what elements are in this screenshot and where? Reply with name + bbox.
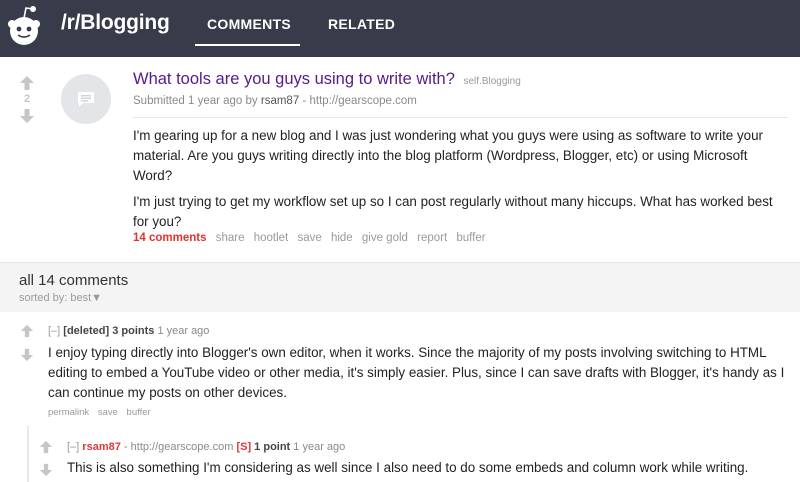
comments-count-link[interactable]: 14 comments (133, 232, 207, 244)
subreddit-name[interactable]: /r/Blogging (61, 11, 170, 35)
hootlet-button[interactable]: hootlet (254, 232, 289, 244)
post-domain[interactable]: self.Blogging (464, 76, 521, 87)
tagline-separator: - (302, 95, 307, 107)
reply-separator: - (123, 441, 128, 453)
report-button[interactable]: report (417, 232, 447, 244)
reply-author-site-link[interactable]: http://gearscope.com (131, 441, 234, 453)
post-author-link[interactable]: rsam87 (261, 95, 299, 107)
post-paragraph: I'm just trying to get my workflow set u… (133, 194, 773, 229)
post-selftext: I'm gearing up for a new blog and I was … (133, 117, 788, 238)
share-button[interactable]: share (216, 232, 245, 244)
comment-tagline: [–] [deleted] 3 points 1 year ago (48, 325, 209, 337)
post-tagline: Submitted 1 year ago by rsam87 - http://… (133, 95, 417, 107)
comment-action-bar: permalink save buffer (48, 407, 157, 418)
post-score: 2 (23, 93, 31, 105)
reply-upvote-icon[interactable] (39, 440, 53, 454)
submitted-text: Submitted 1 year ago by (133, 95, 258, 107)
top-header: /r/Blogging COMMENTS RELATED (0, 0, 800, 57)
post-upvote-icon[interactable] (19, 75, 35, 91)
sort-menu[interactable]: sorted by: best▼ (19, 292, 102, 304)
comment-buffer-button[interactable]: buffer (127, 407, 151, 418)
self-post-thumbnail[interactable] (61, 74, 111, 124)
comment-save-button[interactable]: save (98, 407, 118, 418)
post-action-bar: 14 comments share hootlet save hide give… (133, 232, 492, 244)
comment-age: 1 year ago (157, 325, 210, 337)
reddit-alien-logo-icon[interactable] (4, 4, 44, 48)
tab-comments[interactable]: COMMENTS (207, 16, 291, 32)
comment-author: [deleted] (63, 325, 110, 337)
reply-author[interactable]: rsam87 (82, 441, 121, 453)
comment-body: I enjoy typing directly into Blogger's o… (48, 345, 785, 400)
author-website-link[interactable]: http://gearscope.com (309, 95, 416, 107)
tab-related[interactable]: RELATED (328, 16, 395, 32)
reply-body: This is also something I'm considering a… (67, 460, 749, 482)
text-post-icon (78, 92, 94, 107)
post-title-line: What tools are you guys using to write w… (133, 70, 521, 89)
save-button[interactable]: save (297, 232, 321, 244)
collapse-toggle[interactable]: [–] (48, 325, 60, 337)
reply-age: 1 year ago (293, 441, 346, 453)
comment-points: 3 points (112, 325, 155, 337)
reply-tagline: [–] rsam87 - http://gearscope.com [S] 1 … (67, 441, 345, 453)
post-paragraph: I'm gearing up for a new blog and I was … (133, 128, 764, 183)
child-thread-line (27, 426, 29, 482)
sorted-by-label: sorted by: (19, 292, 68, 304)
reply-downvote-icon[interactable] (39, 463, 53, 477)
permalink-button[interactable]: permalink (48, 407, 89, 418)
submitter-badge: [S] (236, 441, 252, 453)
hide-button[interactable]: hide (331, 232, 353, 244)
comment-downvote-icon[interactable] (20, 348, 34, 362)
post-title-link[interactable]: What tools are you guys using to write w… (133, 70, 455, 88)
reply-points: 1 point (254, 441, 291, 453)
active-tab-indicator (195, 44, 300, 46)
reply-collapse-toggle[interactable]: [–] (67, 441, 79, 453)
buffer-button[interactable]: buffer (456, 232, 485, 244)
sort-value[interactable]: best (70, 292, 91, 304)
all-comments-title: all 14 comments (19, 272, 129, 289)
post-downvote-icon[interactable] (19, 108, 35, 124)
comment-upvote-icon[interactable] (20, 324, 34, 338)
give-gold-button[interactable]: give gold (362, 232, 408, 244)
sort-dropdown-icon[interactable]: ▼ (91, 292, 102, 304)
